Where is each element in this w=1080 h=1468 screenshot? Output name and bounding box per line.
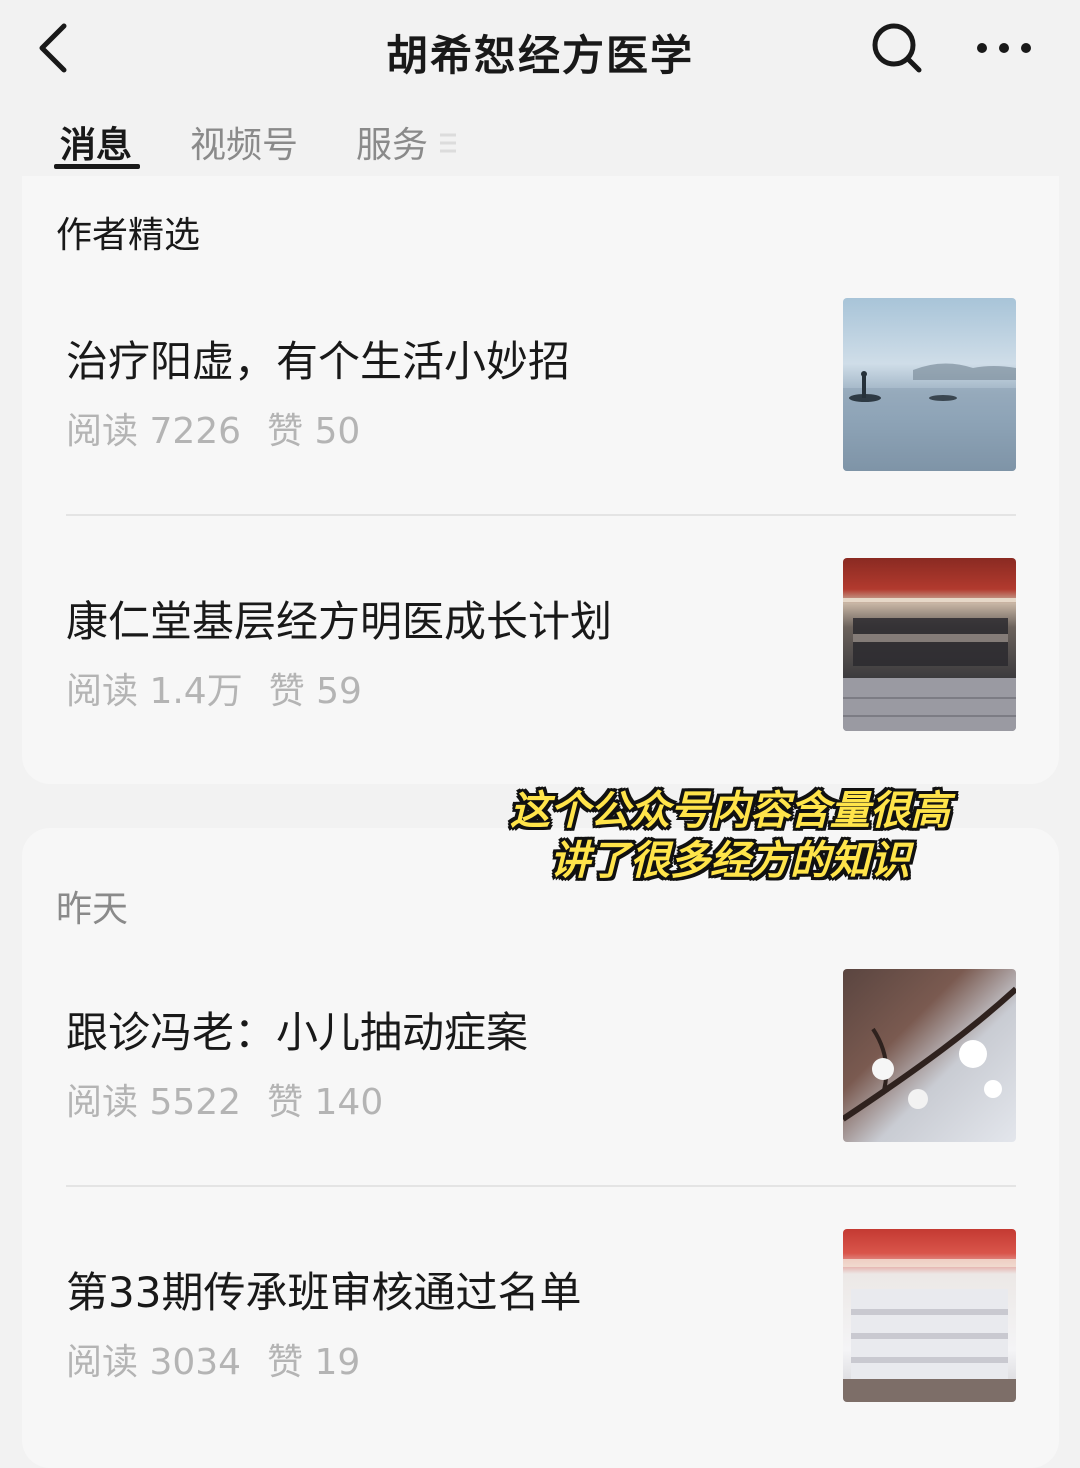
like-count: 赞 59: [268, 671, 362, 712]
article-thumbnail: [843, 558, 1016, 731]
like-count: 赞 50: [267, 411, 361, 452]
section-title: 昨天: [56, 889, 129, 930]
video-caption-overlay: 这个公众号内容含量很高 讲了很多经方的知识: [470, 786, 990, 886]
article-item[interactable]: 第33期传承班审核通过名单 阅读 3034 赞 19: [66, 1229, 1016, 1403]
like-count: 赞 19: [267, 1342, 361, 1383]
search-button[interactable]: [866, 18, 926, 78]
article-item[interactable]: 康仁堂基层经方明医成长计划 阅读 1.4万赞 59: [66, 558, 1016, 732]
more-button[interactable]: [972, 18, 1036, 78]
article-item[interactable]: 跟诊冯老：小儿抽动症案 阅读 5522 赞 140: [66, 969, 1016, 1143]
read-count: 阅读 3034: [66, 1342, 242, 1383]
tab-messages[interactable]: 消息: [60, 116, 132, 168]
read-count: 阅读 7226: [66, 411, 242, 452]
divider: [66, 1185, 1016, 1187]
tab-channels[interactable]: 视频号: [190, 116, 298, 168]
top-bar: 胡希恕经方医学: [0, 0, 1080, 96]
menu-icon[interactable]: [436, 130, 460, 156]
article-thumbnail: [843, 1229, 1016, 1402]
article-stats: 阅读 5522 赞 140: [66, 1073, 383, 1125]
article-thumbnail: [843, 969, 1016, 1142]
section-title: 作者精选: [56, 215, 201, 256]
article-stats: 阅读 1.4万赞 59: [66, 662, 362, 714]
tab-bar: 消息 视频号 服务: [0, 108, 1080, 178]
article-stats: 阅读 7226 赞 50: [66, 402, 360, 454]
like-count: 赞 140: [267, 1082, 384, 1123]
read-count: 阅读 5522: [66, 1082, 242, 1123]
divider: [66, 514, 1016, 516]
caption-line: 这个公众号内容含量很高: [510, 788, 950, 834]
caption-line: 讲了很多经方的知识: [550, 838, 910, 884]
read-count: 阅读 1.4万: [66, 671, 243, 712]
search-icon: [872, 23, 922, 73]
article-title: 第33期传承班审核通过名单: [66, 1268, 582, 1317]
featured-card: 作者精选 治疗阳虚，有个生活小妙招 阅读 7226 赞 50 康仁堂基层经方明医成…: [22, 176, 1059, 784]
more-horizontal-icon: [977, 43, 1031, 53]
article-item[interactable]: 治疗阳虚，有个生活小妙招 阅读 7226 赞 50: [66, 298, 1016, 472]
active-tab-indicator: [54, 164, 140, 169]
article-title: 跟诊冯老：小儿抽动症案: [66, 1008, 529, 1057]
article-stats: 阅读 3034 赞 19: [66, 1333, 360, 1385]
tab-services[interactable]: 服务: [356, 116, 428, 168]
article-title: 治疗阳虚，有个生活小妙招: [66, 337, 571, 386]
article-thumbnail: [843, 298, 1016, 471]
yesterday-card: 昨天 跟诊冯老：小儿抽动症案 阅读 5522 赞 140 第33期传承班审核通过名…: [22, 828, 1059, 1468]
article-title: 康仁堂基层经方明医成长计划: [66, 597, 613, 646]
